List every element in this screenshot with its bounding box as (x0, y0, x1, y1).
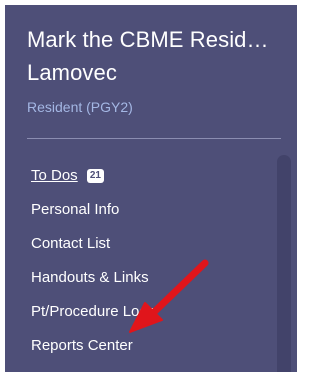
sidebar-item-handouts-links[interactable]: Handouts & Links (31, 261, 271, 295)
user-name-line1: Mark the CBME Resid… (27, 27, 269, 52)
sidebar-item-contact-list[interactable]: Contact List (31, 227, 271, 261)
sidebar-item-label[interactable]: Contact List (31, 235, 110, 252)
scrollbar[interactable] (277, 155, 291, 372)
user-name-line2: Lamovec (27, 60, 117, 85)
sidebar-item-pt-procedure-logs[interactable]: Pt/Procedure Logs (31, 295, 271, 329)
sidebar-item-label[interactable]: Pt/Procedure Logs (31, 303, 155, 320)
sidebar-item-label[interactable]: To Dos (31, 167, 78, 184)
user-role: Resident (PGY2) (27, 99, 133, 115)
sidebar-menu: To Dos 21 Personal Info Contact List Han… (31, 159, 271, 363)
user-name: Mark the CBME Resid… Lamovec (27, 23, 279, 89)
sidebar-item-label[interactable]: Personal Info (31, 201, 119, 218)
sidebar-item-label[interactable]: Reports Center (31, 337, 133, 354)
sidebar-panel: Mark the CBME Resid… Lamovec Resident (P… (5, 5, 297, 372)
sidebar-item-personal-info[interactable]: Personal Info (31, 193, 271, 227)
sidebar-item-label[interactable]: Handouts & Links (31, 269, 149, 286)
divider (27, 138, 281, 139)
sidebar-item-reports-center[interactable]: Reports Center (31, 329, 271, 363)
sidebar-item-to-dos[interactable]: To Dos 21 (31, 159, 271, 193)
todo-count-badge: 21 (86, 169, 104, 183)
